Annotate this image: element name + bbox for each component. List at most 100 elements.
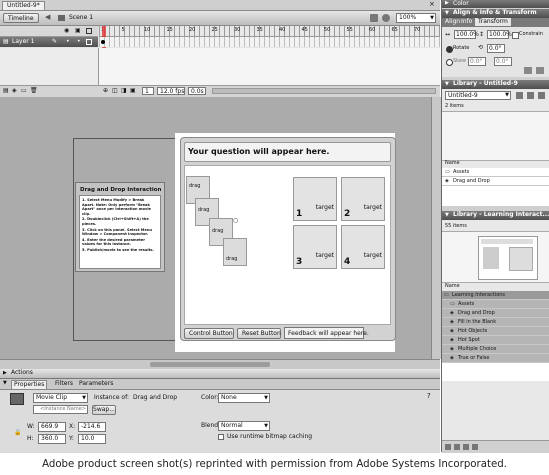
y-label: Y: — [69, 435, 74, 442]
library-item[interactable]: ▭ Assets — [442, 168, 549, 177]
edit-scene-icon[interactable] — [370, 14, 378, 22]
eye-icon[interactable]: ◉ — [64, 27, 69, 35]
tab-transform[interactable]: Transform — [475, 18, 511, 26]
center-frame-icon[interactable]: ⊕ — [103, 87, 108, 95]
frame-ruler[interactable]: 1510152025303540455055606570 — [99, 26, 440, 37]
blend-select[interactable]: Normal ▼ — [218, 421, 270, 431]
library-item[interactable]: ◈ Hot Objects — [442, 327, 549, 336]
collapse-arrow-icon[interactable]: ▼ — [3, 380, 7, 387]
layer-row[interactable]: ▤ Layer 1 ✎ • • — [0, 37, 98, 47]
folder-icon: ▭ — [450, 301, 455, 307]
tab-properties[interactable]: Properties — [11, 380, 48, 389]
x-input[interactable]: -214.6 — [78, 422, 106, 432]
timeline-scrollbar[interactable] — [212, 88, 436, 94]
name-column-header[interactable]: Name — [445, 283, 460, 290]
delete-icon[interactable] — [472, 444, 478, 450]
rotate-input[interactable]: 0.0° — [487, 44, 505, 53]
align-tab-bar: Align Info Transform — [442, 18, 549, 27]
constrain-checkbox[interactable] — [512, 32, 519, 39]
width-input[interactable]: 669.9 — [38, 422, 66, 432]
layer-visible-dot[interactable]: • — [66, 38, 70, 46]
library-item-label: Assets — [453, 169, 470, 175]
tab-filters[interactable]: Filters — [55, 380, 73, 388]
add-layer-icon[interactable]: ▤ — [3, 87, 9, 95]
delete-layer-icon[interactable]: 🗑 — [30, 87, 38, 95]
tab-info[interactable]: Info — [461, 18, 472, 26]
scale-width-input[interactable]: 100.0% — [454, 30, 479, 39]
tab-parameters[interactable]: Parameters — [79, 380, 113, 388]
skew-input-1[interactable]: 0.0° — [468, 57, 486, 66]
color-panel-header[interactable]: ▶ Color — [442, 0, 549, 8]
rotate-radio[interactable] — [446, 46, 453, 53]
color-select[interactable]: None ▼ — [218, 393, 270, 403]
edit-multiple-icon[interactable]: ▣ — [130, 87, 136, 95]
add-guide-icon[interactable]: ◈ — [12, 87, 17, 95]
instructions-card: 1. Select Menu Modify > Break Apart. Not… — [79, 195, 161, 269]
instruction-step: 3. Click on this panel. Select Menu Wind… — [82, 227, 152, 237]
cache-checkbox[interactable] — [218, 434, 224, 440]
component-icon: ◈ — [450, 328, 454, 334]
document-tab[interactable]: Untitled-9* — [2, 1, 45, 10]
new-folder-icon[interactable] — [454, 444, 460, 450]
library2-header[interactable]: ▼ Library - Learning Interact... — [442, 211, 549, 220]
y-input[interactable]: 10.0 — [78, 434, 106, 444]
outline-icon[interactable] — [86, 28, 92, 34]
timeline-toggle-button[interactable]: Timeline — [3, 13, 39, 23]
reset-button[interactable]: Reset Button — [237, 328, 281, 339]
drag-piece[interactable]: drag — [223, 238, 247, 266]
name-column-header[interactable]: Name — [445, 160, 460, 167]
target-number: 3 — [296, 257, 303, 267]
scrollbar-thumb[interactable] — [150, 362, 270, 367]
help-icon[interactable]: ? — [427, 392, 431, 401]
lock-icon[interactable]: 🔒 — [14, 429, 21, 437]
edit-bar: Timeline ◀ Scene 1 100% ▼ — [0, 11, 440, 26]
library-item[interactable]: ◈ Drag and Drop — [442, 309, 549, 318]
height-input[interactable]: 360.0 — [38, 434, 66, 444]
back-arrow-icon[interactable]: ◀ — [45, 13, 50, 22]
drop-target: target 4 — [341, 225, 385, 269]
lock-icon[interactable]: ▣ — [75, 27, 81, 35]
instructions-panel[interactable]: Drag and Drop Interaction 1. Select Menu… — [75, 182, 165, 272]
edit-symbols-icon[interactable] — [382, 14, 390, 22]
new-library-icon[interactable] — [527, 92, 534, 99]
skew-radio[interactable] — [446, 59, 453, 66]
align-panel-header[interactable]: ▼ Align & Info & Transform — [442, 9, 549, 18]
onion-skin-icon[interactable]: ◫ — [112, 87, 118, 95]
pin-icon[interactable] — [516, 92, 523, 99]
current-frame-field: 1 — [142, 87, 154, 95]
library-menu-icon[interactable] — [538, 92, 545, 99]
frame-row[interactable] — [99, 37, 440, 47]
skew-input-2[interactable]: 0.0° — [494, 57, 512, 66]
library-item[interactable]: ◈ True or False — [442, 354, 549, 363]
properties-icon[interactable] — [463, 444, 469, 450]
library1-doc-select[interactable]: Untitled-9 ▼ — [445, 91, 511, 100]
close-icon[interactable]: × — [429, 0, 435, 9]
library-item[interactable]: ▭ Assets — [442, 300, 549, 309]
new-symbol-icon[interactable] — [445, 444, 451, 450]
fps-field[interactable]: 12.0 fps — [157, 87, 185, 95]
library-item[interactable]: ▭ Learning Interactions — [442, 291, 549, 300]
onion-outline-icon[interactable]: ◨ — [121, 87, 127, 95]
reset-transform-icon[interactable] — [536, 67, 544, 74]
layer-outline-swatch[interactable] — [86, 39, 92, 45]
stage-vertical-scrollbar[interactable] — [431, 97, 441, 359]
tab-align[interactable]: Align — [445, 18, 460, 26]
add-folder-icon[interactable]: ▭ — [21, 87, 27, 95]
layer-lock-dot[interactable]: • — [77, 38, 81, 46]
control-button[interactable]: Control Button — [184, 328, 234, 339]
movie-clip-icon — [10, 393, 24, 405]
library1-header[interactable]: ▼ Library - Untitled-9 — [442, 80, 549, 89]
library-item[interactable]: ◈ Fill in the Blank — [442, 318, 549, 327]
swap-button[interactable]: Swap... — [92, 405, 116, 415]
copy-transform-icon[interactable] — [524, 67, 532, 74]
symbol-type-select[interactable]: Movie Clip ▼ — [33, 393, 88, 403]
library1-list: ▭ Assets ◈ Drag and Drop — [442, 168, 549, 206]
instance-name-input[interactable]: <Instance Name> — [33, 405, 88, 414]
library-item[interactable]: ◈ Hot Spot — [442, 336, 549, 345]
zoom-select[interactable]: 100% ▼ — [396, 13, 436, 23]
instance-of-value: Drag and Drop — [133, 394, 178, 401]
question-panel[interactable]: Your question will appear here. drag dra… — [180, 137, 396, 341]
library-item[interactable]: ◈ Drag and Drop — [442, 177, 549, 186]
library-item[interactable]: ◈ Multiple Choice — [442, 345, 549, 354]
scale-height-input[interactable]: 100.0% — [487, 30, 512, 39]
